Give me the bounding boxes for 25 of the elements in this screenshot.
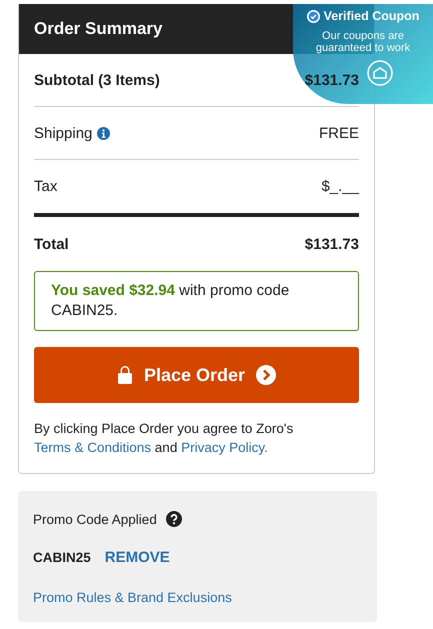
- row-label: Shipping: [34, 124, 92, 142]
- help-icon[interactable]: [166, 511, 182, 527]
- row-label: Total: [34, 236, 69, 252]
- row-value: $131.73: [304, 72, 359, 88]
- row-value: FREE: [318, 124, 359, 142]
- info-icon[interactable]: [97, 126, 110, 140]
- savings-message: You saved $32.94 with promo code CABIN25.: [34, 271, 359, 331]
- row-value: $_.__: [321, 178, 359, 195]
- terms-link[interactable]: Terms & Conditions: [34, 440, 152, 455]
- badge-subtitle: Our coupons are guaranteed to work: [314, 30, 412, 54]
- summary-title: Order Summary: [34, 19, 162, 39]
- badge-title: Verified Coupon: [324, 9, 420, 23]
- promo-rules-link[interactable]: Promo Rules & Brand Exclusions: [33, 590, 232, 605]
- lock-icon: [116, 365, 133, 385]
- chevron-circle-icon: [256, 365, 276, 385]
- row-label: Subtotal (3 Items): [34, 72, 160, 88]
- agreement-text: By clicking Place Order you agree to Zoro's Terms & Conditions and Privacy Policy.: [34, 420, 294, 457]
- promo-title: Promo Code Applied: [33, 512, 157, 526]
- promo-code: CABIN25: [33, 550, 91, 565]
- row-value: $131.73: [304, 236, 359, 252]
- row-label: Tax: [34, 178, 58, 195]
- check-badge-icon: [306, 10, 320, 22]
- privacy-link[interactable]: Privacy Policy.: [181, 440, 268, 455]
- remove-link[interactable]: REMOVE: [104, 549, 170, 566]
- place-order-button[interactable]: Place Order: [34, 347, 359, 403]
